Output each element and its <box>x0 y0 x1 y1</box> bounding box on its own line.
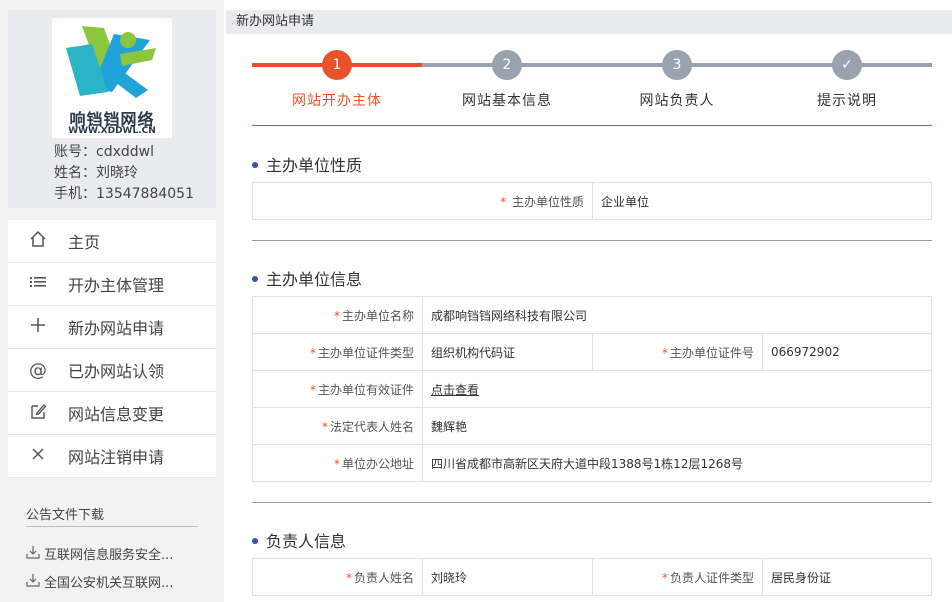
step-label: 网站基本信息 <box>462 93 552 109</box>
sidebar-item-label: 新办网站申请 <box>68 319 165 338</box>
person-in-charge-table: * 负责人姓名 刘晓玲 * 负责人证件类型 居民身份证 <box>252 558 932 596</box>
sidebar-item-label: 网站信息变更 <box>68 405 165 424</box>
section-title-text: 主办单位信息 <box>266 270 363 289</box>
step-progress: 1 网站开办主体 2 网站基本信息 3 网站负责人 ✓ 提示说明 <box>252 50 932 110</box>
step-3[interactable]: 3 网站负责人 <box>592 50 762 110</box>
step-number: 1 <box>322 50 352 80</box>
phone-text: 手机：13547884051 <box>54 186 194 202</box>
download-link[interactable]: 互联网信息服务安全... <box>26 544 212 563</box>
sidebar-item-label: 已办网站认领 <box>68 362 165 381</box>
view-cert-cell: 点击查看 <box>422 370 932 408</box>
download-link[interactable]: 全国公安机关互联网... <box>26 572 212 591</box>
person-cert-type-value: 居民身份证 <box>762 558 932 596</box>
plus-icon <box>8 316 68 339</box>
section-title: 负责人信息 <box>252 528 346 552</box>
breadcrumb: 新办网站申请 <box>226 10 952 34</box>
download-link-label: 全国公安机关互联网... <box>44 576 174 591</box>
bullet-icon <box>252 537 258 544</box>
cert-number-value: 066972902 <box>762 333 932 371</box>
divider <box>252 502 932 503</box>
step-label: 网站开办主体 <box>292 93 382 109</box>
section-title-text: 主办单位性质 <box>266 156 363 175</box>
step-number: 2 <box>492 50 522 80</box>
download-icon <box>26 545 44 563</box>
step-label: 提示说明 <box>817 93 877 109</box>
section-title: 主办单位信息 <box>252 266 362 290</box>
download-link-label: 互联网信息服务安全... <box>44 548 174 563</box>
account-text: 账号：cdxddwl <box>54 144 154 160</box>
section-title: 主办单位性质 <box>252 152 362 176</box>
step-label: 网站负责人 <box>639 93 715 109</box>
form-label: * 主办单位证件号 <box>592 333 763 371</box>
entity-name-value: 成都响铛铛网络科技有限公司 <box>422 296 932 334</box>
main-content: 新办网站申请 1 网站开办主体 2 网站基本信息 3 网站负责人 ✓ 提示说明 … <box>226 0 952 602</box>
sidebar: 响铛铛网络 WWW.XDDWL.CN 账号：cdxddwl 姓名：刘晓玲 手机：… <box>0 0 224 602</box>
entity-info-table: * 主办单位名称 成都响铛铛网络科技有限公司 * 主办单位证件类型 组织机构代码证 … <box>252 296 932 482</box>
form-label: * 单位办公地址 <box>252 444 423 482</box>
form-label: * 主办单位名称 <box>252 296 423 334</box>
step-4[interactable]: ✓ 提示说明 <box>762 50 932 110</box>
step-2[interactable]: 2 网站基本信息 <box>422 50 592 110</box>
close-icon <box>8 445 68 468</box>
cert-type-value: 组织机构代码证 <box>422 333 593 371</box>
form-label: * 主办单位证件类型 <box>252 333 423 371</box>
divider <box>252 125 932 126</box>
downloads-title: 公告文件下载 <box>26 508 105 523</box>
user-name-text: 姓名：刘晓玲 <box>54 165 138 181</box>
bullet-icon <box>252 161 258 168</box>
entity-type-table: * 主办单位性质 企业单位 <box>252 182 932 220</box>
section-title-text: 负责人信息 <box>266 532 347 551</box>
sidebar-item-label: 网站注销申请 <box>68 448 165 467</box>
sidebar-item-change-info[interactable]: 网站信息变更 <box>8 392 216 435</box>
downloads-panel: 公告文件下载 互联网信息服务安全... 全国公安机关互联网... <box>8 490 216 602</box>
sidebar-item-label: 主页 <box>68 233 101 252</box>
sidebar-item-cancel-website[interactable]: 网站注销申请 <box>8 435 216 478</box>
office-address-value: 四川省成都市高新区天府大道中段1388号1栋12层1268号 <box>422 444 932 482</box>
person-name-value: 刘晓玲 <box>422 558 593 596</box>
edit-icon <box>8 402 68 425</box>
entity-type-value: 企业单位 <box>592 182 932 220</box>
at-icon: @ <box>29 359 47 381</box>
sidebar-item-home[interactable]: 主页 <box>8 220 216 263</box>
form-label: * 负责人证件类型 <box>592 558 763 596</box>
divider <box>252 240 932 241</box>
sidebar-item-entity-management[interactable]: 开办主体管理 <box>8 263 216 306</box>
step-1[interactable]: 1 网站开办主体 <box>252 50 422 110</box>
form-label: * 主办单位有效证件 <box>252 370 423 408</box>
sidebar-item-label: 开办主体管理 <box>68 276 165 295</box>
step-number: 3 <box>662 50 692 80</box>
divider <box>26 526 198 527</box>
company-logo: 响铛铛网络 WWW.XDDWL.CN <box>52 18 172 138</box>
profile-card: 响铛铛网络 WWW.XDDWL.CN 账号：cdxddwl 姓名：刘晓玲 手机：… <box>8 10 216 208</box>
form-label: * 负责人姓名 <box>252 558 423 596</box>
form-label: * 法定代表人姓名 <box>252 407 423 445</box>
bullet-icon <box>252 275 258 282</box>
sidebar-item-new-website[interactable]: 新办网站申请 <box>8 306 216 349</box>
list-icon <box>8 273 68 296</box>
form-label: * 主办单位性质 <box>252 182 593 220</box>
logo-url: WWW.XDDWL.CN <box>68 126 156 136</box>
home-icon <box>8 230 68 253</box>
check-icon: ✓ <box>832 50 862 80</box>
legal-rep-value: 魏辉艳 <box>422 407 932 445</box>
sidebar-menu: 主页 开办主体管理 新办网站申请 @ 已办网站认领 网站信息变更 网站注销申请 <box>8 220 216 478</box>
view-cert-link[interactable]: 点击查看 <box>431 383 479 397</box>
download-icon <box>26 573 44 591</box>
sidebar-item-claim-website[interactable]: @ 已办网站认领 <box>8 349 216 392</box>
